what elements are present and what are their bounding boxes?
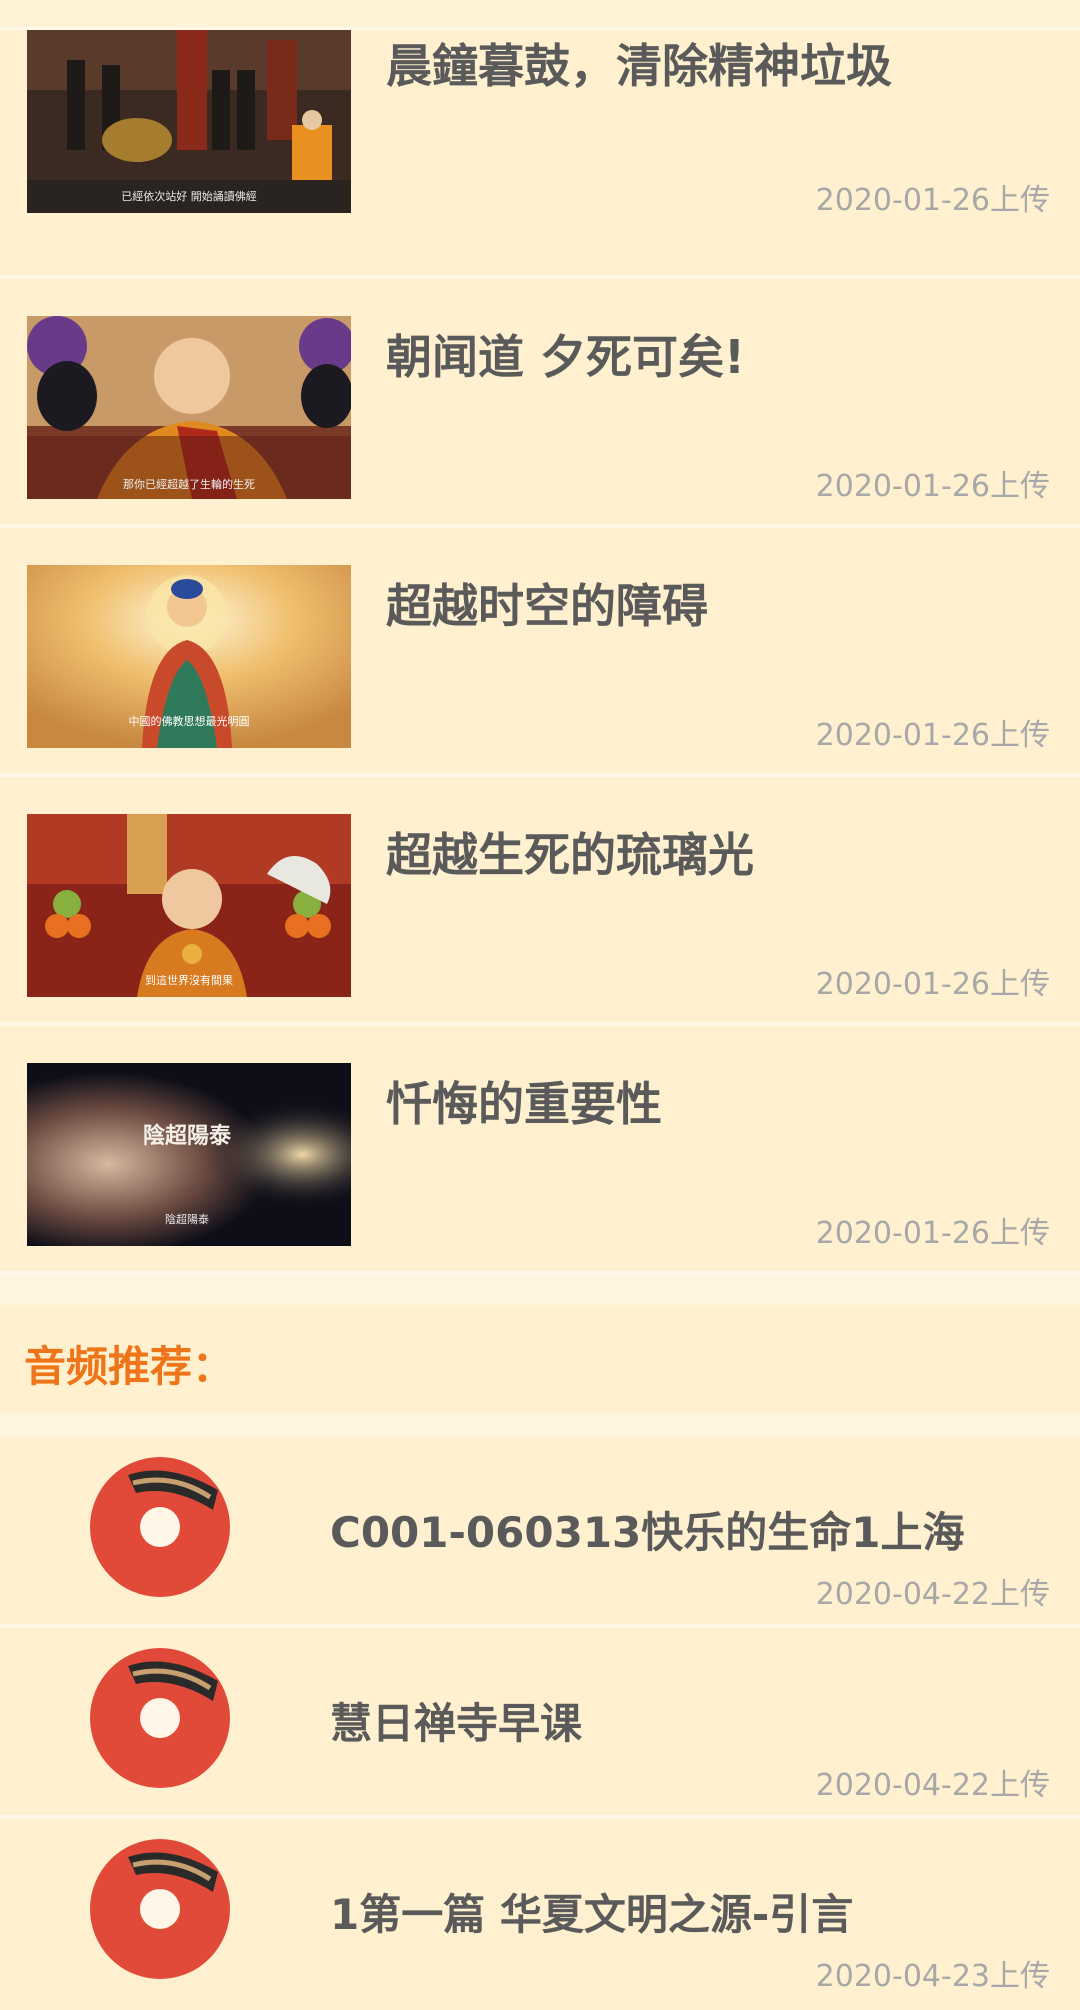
- thumbnail-caption: 中國的佛教思想最光明圓: [129, 714, 250, 728]
- upload-date: 2020-04-22上传: [815, 1577, 1050, 1612]
- video-thumbnail[interactable]: 中國的佛教思想最光明圓: [27, 565, 351, 748]
- audio-title[interactable]: 1第一篇 华夏文明之源-引言: [330, 1881, 853, 1942]
- upload-date: 2020-04-23上传: [815, 1959, 1050, 1994]
- audio-disc-icon[interactable]: [88, 1837, 232, 1981]
- video-thumbnail[interactable]: 那你已經超越了生輪的生死: [27, 316, 351, 499]
- upload-date: 2020-01-26上传: [815, 1216, 1050, 1251]
- video-thumbnail[interactable]: 到這世界沒有間果: [27, 814, 351, 997]
- video-list-item[interactable]: 陰超陽泰 陰超陽泰 忏悔的重要性 2020-01-26上传: [0, 1026, 1080, 1275]
- audio-title[interactable]: C001-060313快乐的生命1上海: [330, 1499, 965, 1560]
- section-title: 音频推荐：: [24, 1342, 235, 1391]
- upload-date: 2020-01-26上传: [815, 183, 1050, 218]
- page: 已經依次站好 開始誦讀佛經 晨鐘暮鼓，清除精神垃圾 2020-01-26上传 那…: [0, 0, 1080, 2010]
- audio-title[interactable]: 慧日禅寺早课: [330, 1690, 582, 1751]
- upload-date: 2020-01-26上传: [815, 718, 1050, 753]
- video-list-item[interactable]: 中國的佛教思想最光明圓 超越时空的障碍 2020-01-26上传: [0, 528, 1080, 777]
- section-divider: [0, 1275, 1080, 1305]
- video-title[interactable]: 忏悔的重要性: [386, 1068, 662, 1134]
- video-list-item[interactable]: 已經依次站好 開始誦讀佛經 晨鐘暮鼓，清除精神垃圾 2020-01-26上传: [0, 30, 1080, 279]
- thumbnail-caption: 到這世界沒有間果: [145, 973, 233, 987]
- audio-disc-icon[interactable]: [88, 1646, 232, 1790]
- thumbnail-overlay-text: 陰超陽泰: [143, 1123, 232, 1149]
- top-divider: [0, 0, 1080, 30]
- thumbnail-caption: 陰超陽泰: [165, 1212, 209, 1226]
- audio-disc-icon[interactable]: [88, 1455, 232, 1599]
- audio-section-header: 音频推荐：: [0, 1305, 1080, 1413]
- video-title[interactable]: 朝闻道 夕死可矣!: [386, 321, 745, 387]
- audio-list-item[interactable]: C001-060313快乐的生命1上海 2020-04-22上传: [0, 1437, 1080, 1628]
- video-thumbnail[interactable]: 陰超陽泰 陰超陽泰: [27, 1063, 351, 1246]
- video-title[interactable]: 超越时空的障碍: [386, 570, 708, 636]
- video-title[interactable]: 晨鐘暮鼓，清除精神垃圾: [386, 30, 892, 96]
- upload-date: 2020-04-22上传: [815, 1768, 1050, 1803]
- upload-date: 2020-01-26上传: [815, 967, 1050, 1002]
- upload-date: 2020-01-26上传: [815, 469, 1050, 504]
- video-thumbnail[interactable]: 已經依次站好 開始誦讀佛經: [27, 30, 351, 213]
- video-title[interactable]: 超越生死的琉璃光: [386, 819, 754, 885]
- thumbnail-caption: 那你已經超越了生輪的生死: [123, 477, 255, 491]
- video-list-item[interactable]: 到這世界沒有間果 超越生死的琉璃光 2020-01-26上传: [0, 777, 1080, 1026]
- video-list-item[interactable]: 那你已經超越了生輪的生死 朝闻道 夕死可矣! 2020-01-26上传: [0, 279, 1080, 528]
- audio-list-item[interactable]: 1第一篇 华夏文明之源-引言 2020-04-23上传: [0, 1819, 1080, 2010]
- thumbnail-caption: 已經依次站好 開始誦讀佛經: [121, 189, 257, 203]
- section-divider: [0, 1413, 1080, 1437]
- audio-list-item[interactable]: 慧日禅寺早课 2020-04-22上传: [0, 1628, 1080, 1819]
